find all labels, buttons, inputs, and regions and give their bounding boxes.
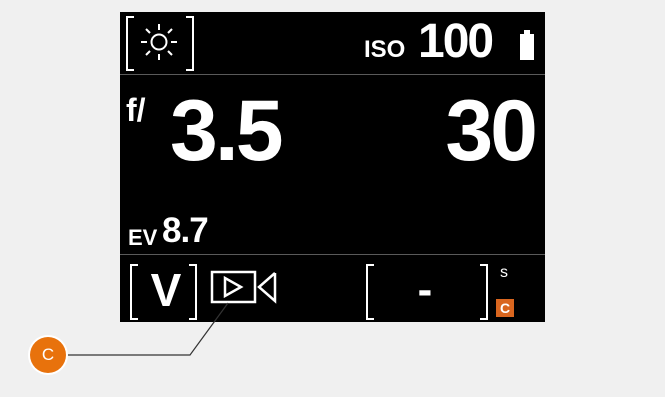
callout-leader-line xyxy=(66,302,229,356)
callout-marker: C xyxy=(30,337,66,373)
